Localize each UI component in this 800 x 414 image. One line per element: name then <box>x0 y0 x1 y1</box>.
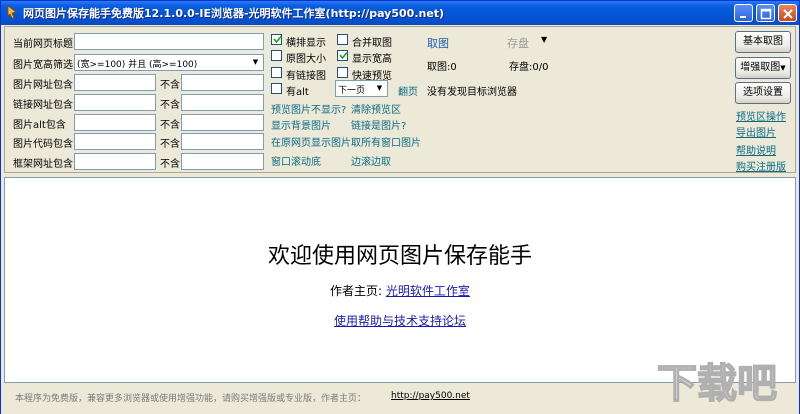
options-button[interactable]: 选项设置 <box>735 82 791 104</box>
basic-fetch-button[interactable]: 基本取图 <box>735 31 791 53</box>
show-bg-link[interactable]: 显示背景图片 <box>271 117 331 132</box>
fetch-count: 取图:0 <box>427 62 457 73</box>
enhanced-fetch-button[interactable]: 增强取图▼ <box>735 57 791 79</box>
export-link[interactable]: 导出图片 <box>736 124 776 139</box>
code-include-input[interactable] <box>74 133 156 150</box>
code-exclude-label: 不含 <box>160 139 180 150</box>
scroll-fetch-link[interactable]: 边滚边取 <box>351 153 391 168</box>
minimize-button[interactable] <box>734 4 753 22</box>
frame-include-label: 框架网址包含 <box>13 159 73 170</box>
control-panel: 当前网页标题 图片宽高筛选 (宽>=100) 并且 (高>=100) ▼ 图片网… <box>4 26 796 173</box>
flip-page-link[interactable]: 翻页 <box>398 83 418 98</box>
alt-exclude-label: 不含 <box>160 120 180 131</box>
close-button[interactable] <box>778 4 797 22</box>
link-include-label: 链接网址包含 <box>13 100 73 111</box>
merge-checkbox[interactable] <box>337 34 348 45</box>
alt-include-input[interactable] <box>74 114 156 131</box>
alt-include-label: 图片alt包含 <box>13 120 66 131</box>
save-disk-select-value[interactable]: 存盘 <box>507 35 529 51</box>
app-icon <box>5 5 19 19</box>
buy-link[interactable]: 购买注册版 <box>736 158 786 173</box>
horizontal-label: 横排显示 <box>286 38 326 49</box>
code-include-label: 图片代码包含 <box>13 139 73 150</box>
has-link-label: 有链接图 <box>286 71 326 82</box>
minimize-icon <box>740 16 746 18</box>
title-bar[interactable]: 网页图片保存能手免费版12.1.0.0-IE浏览器-光明软件工作室(http:/… <box>1 1 799 25</box>
original-size-label: 原图大小 <box>286 54 326 65</box>
url-exclude-label: 不含 <box>160 80 180 91</box>
watermark-logo: 下载吧 <box>653 349 793 411</box>
page-select[interactable]: 下一页 ▼ <box>335 80 388 97</box>
has-link-checkbox[interactable] <box>271 67 282 78</box>
fetch-status: 没有发现目标浏览器 <box>427 87 517 98</box>
alt-exclude-input[interactable] <box>181 114 264 131</box>
has-alt-checkbox[interactable] <box>271 83 282 94</box>
merge-label: 合并取图 <box>352 38 392 49</box>
original-size-checkbox[interactable] <box>271 50 282 61</box>
window-title: 网页图片保存能手免费版12.1.0.0-IE浏览器-光明软件工作室(http:/… <box>23 7 445 20</box>
size-filter-label: 图片宽高筛选 <box>13 60 73 71</box>
app-window: 网页图片保存能手免费版12.1.0.0-IE浏览器-光明软件工作室(http:/… <box>0 0 800 414</box>
link-exclude-label: 不含 <box>160 100 180 111</box>
show-size-label: 显示宽高 <box>352 54 392 65</box>
maximize-icon <box>760 8 772 20</box>
link-exclude-input[interactable] <box>181 94 264 111</box>
author-line: 作者主页: 光明软件工作室 <box>5 282 795 299</box>
status-url-link[interactable]: http://pay500.net <box>391 391 470 401</box>
save-count: 存盘:0/0 <box>509 62 549 73</box>
fetch-title: 取图 <box>427 37 449 50</box>
author-link[interactable]: 光明软件工作室 <box>386 284 470 298</box>
show-in-original-link[interactable]: 在原网页显示图片 <box>271 134 351 149</box>
url-exclude-input[interactable] <box>181 74 264 91</box>
welcome-heading: 欢迎使用网页图片保存能手 <box>267 244 532 269</box>
frame-include-input[interactable] <box>74 153 156 170</box>
window-scroll-link[interactable]: 窗口滚动底 <box>271 153 321 168</box>
frame-exclude-label: 不含 <box>160 159 180 170</box>
all-window-images-link[interactable]: 取所有窗口图片 <box>351 134 421 149</box>
link-is-image-link[interactable]: 链接是图片? <box>351 117 406 132</box>
checkmark-icon <box>339 51 348 60</box>
url-include-label: 图片网址包含 <box>13 80 73 91</box>
close-icon <box>783 9 793 19</box>
page-select-value: 下一页 <box>338 86 366 96</box>
status-text: 本程序为免费版，兼容更多浏览器或使用增强功能，请购买增强版或专业版，作者主页： <box>15 394 367 404</box>
chevron-down-icon[interactable]: ▼ <box>373 82 386 95</box>
dropdown-arrow-icon: ▼ <box>780 64 786 72</box>
frame-exclude-input[interactable] <box>181 153 264 170</box>
link-include-input[interactable] <box>74 94 156 111</box>
page-title-label: 当前网页标题 <box>13 39 73 50</box>
svg-text:下载吧: 下载吧 <box>657 361 777 407</box>
preview-ops-link[interactable]: 预览区操作 <box>736 108 786 123</box>
enhanced-fetch-label: 增强取图 <box>740 62 781 73</box>
author-prefix: 作者主页: <box>330 284 383 298</box>
has-alt-label: 有alt <box>286 87 309 98</box>
chevron-down-icon[interactable]: ▼ <box>249 56 262 69</box>
page-title-input[interactable] <box>74 33 264 50</box>
help-link[interactable]: 帮助说明 <box>736 142 776 157</box>
horizontal-checkbox[interactable] <box>271 34 282 45</box>
code-exclude-input[interactable] <box>181 133 264 150</box>
chevron-down-icon[interactable]: ▼ <box>541 35 547 44</box>
checkmark-icon <box>273 35 282 44</box>
xiazaiba-logo-icon: 下载吧 <box>656 360 778 408</box>
maximize-button[interactable] <box>756 4 775 22</box>
clear-preview-link[interactable]: 清除预览区 <box>351 101 401 116</box>
size-filter-value: (宽>=100) 并且 (高>=100) <box>77 60 198 70</box>
url-include-input[interactable] <box>74 74 156 91</box>
quick-preview-checkbox[interactable] <box>337 67 348 78</box>
preview-not-shown-link[interactable]: 预览图片不显示? <box>271 101 346 116</box>
show-size-checkbox[interactable] <box>337 50 348 61</box>
size-filter-select[interactable]: (宽>=100) 并且 (高>=100) ▼ <box>74 54 264 71</box>
support-forum-link[interactable]: 使用帮助与技术支持论坛 <box>5 312 795 329</box>
